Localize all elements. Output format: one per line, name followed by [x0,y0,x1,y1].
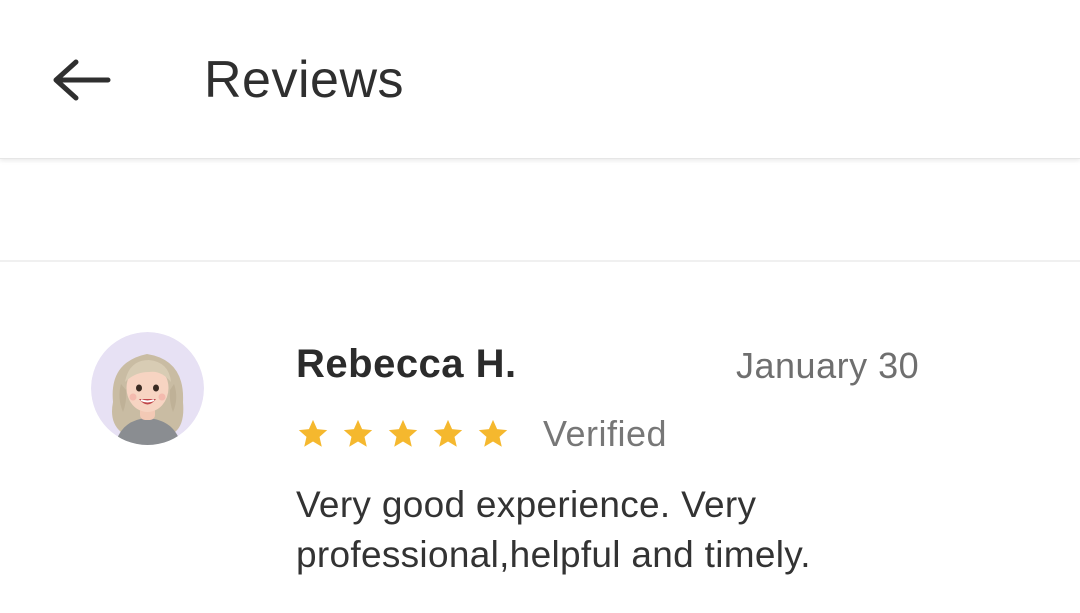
star-icon [433,419,463,447]
review-text: Very good experience. Very professional,… [296,484,811,575]
spacer-section [0,159,1080,261]
app-bar: Reviews [0,0,1080,159]
reviewer-name: Rebecca H. [296,342,517,386]
back-button[interactable] [44,50,116,110]
page-title: Reviews [204,51,404,109]
review-card: Rebecca H. January 30 Verified Very good… [0,262,1080,613]
star-rating [296,414,510,454]
arrow-left-icon [53,59,111,101]
star-icon [298,419,328,447]
star-icon [388,419,418,447]
verified-badge: Verified [543,413,668,454]
star-icon [478,419,508,447]
review-date: January 30 [736,345,920,386]
star-icon [343,419,373,447]
avatar [91,332,204,445]
avatar-cartoon-woman-icon [91,332,204,445]
